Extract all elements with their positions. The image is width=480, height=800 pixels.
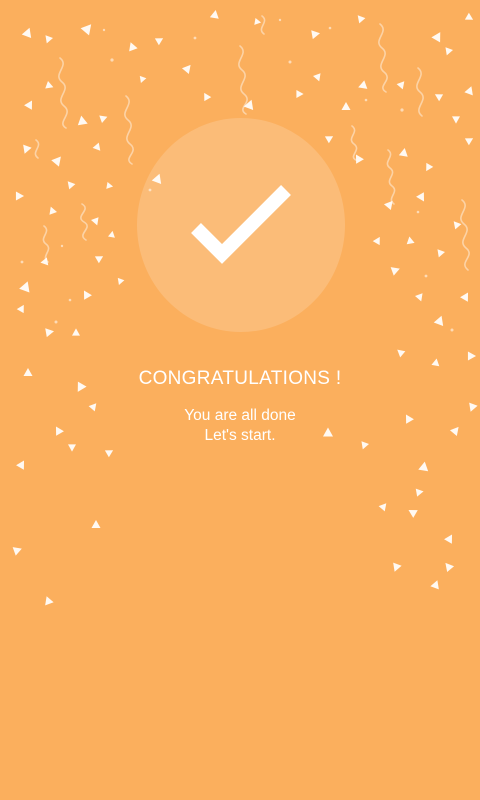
ribbon-streamer-icon [378,23,388,93]
confetti-triangle-icon [467,351,477,361]
confetti-triangle-icon [398,148,408,157]
confetti-triangle-icon [408,509,418,518]
confetti-triangle-icon [77,115,88,126]
confetti-triangle-icon [16,460,25,470]
confetti-triangle-icon [341,101,351,111]
confetti-triangle-icon [15,191,25,201]
confetti-triangle-icon [154,38,164,46]
ribbon-streamer-icon [34,139,40,159]
confetti-triangle-icon [444,534,453,544]
confetti-triangle-icon [45,596,54,606]
confetti-triangle-icon [209,10,219,19]
confetti-triangle-icon [83,290,92,300]
confetti-triangle-icon [313,73,321,82]
confetti-triangle-icon [416,192,425,202]
confetti-triangle-icon [12,547,22,556]
confetti-triangle-icon [45,35,53,44]
ribbon-streamer-icon [42,225,50,263]
success-badge [137,118,345,332]
confetti-triangle-icon [415,488,424,497]
confetti-triangle-icon [181,64,191,74]
confetti-triangle-icon [453,221,462,230]
ribbon-streamer-icon [80,203,88,241]
ribbon-streamer-icon [260,15,266,35]
confetti-triangle-icon [139,75,147,83]
ribbon-streamer-icon [124,95,134,165]
confetti-triangle-icon [99,115,108,123]
confetti-triangle-icon [311,30,320,40]
ribbon-streamer-icon [460,199,470,271]
ribbon-streamer-icon [58,57,68,129]
confetti-triangle-icon [437,249,445,258]
confetti-triangle-icon [452,116,460,124]
checkmark-icon [191,185,291,264]
confetti-triangle-icon [357,15,366,24]
confetti-triangle-icon [92,142,101,151]
confetti-triangle-icon [445,47,453,56]
confetti-triangle-icon [91,519,101,529]
confetti-triangle-icon [91,217,99,226]
confetti-triangle-icon [108,230,115,238]
confetti-triangle-icon [49,206,57,215]
confetti-triangle-icon [94,256,104,264]
confetti-triangle-icon [21,27,32,38]
confetti-triangle-icon [430,580,439,590]
confetti-triangle-icon [372,236,380,246]
confetti-triangle-icon [464,12,474,20]
confetti-triangle-icon [19,281,30,293]
confetti-triangle-icon [433,315,444,326]
confetti-triangle-icon [460,292,469,302]
ribbon-streamer-icon [350,125,358,161]
confetti-triangle-icon [418,461,429,472]
confetti-triangle-icon [23,144,32,154]
congratulations-title: CONGRATULATIONS ! [138,368,342,389]
confetti-triangle-icon [431,358,440,367]
confetti-triangle-icon [390,267,400,276]
confetti-triangle-icon [68,444,76,452]
confetti-triangle-icon [434,94,444,102]
confetti-triangle-icon [129,42,138,52]
ribbon-streamer-icon [386,149,396,205]
ribbon-streamer-icon [416,67,424,117]
confetti-triangle-icon [426,162,434,172]
confetti-triangle-icon [117,277,125,285]
confetti-triangle-icon [40,257,49,266]
confetti-triangle-icon [464,138,474,146]
confetti-triangle-icon [431,32,441,43]
confetti-triangle-icon [204,92,212,102]
confetti-triangle-icon [80,24,92,36]
start-message: Let's start. [204,427,276,444]
confetti-triangle-icon [397,349,406,358]
confetti-triangle-icon [72,328,80,336]
confetti-triangle-icon [464,86,473,96]
confetti-triangle-icon [296,90,304,98]
confetti-triangle-icon [67,181,76,190]
confetti-triangle-icon [51,156,61,167]
confetti-triangle-icon [104,450,114,458]
ribbon-streamer-icon [238,45,248,115]
confetti-triangle-icon [358,80,368,89]
completion-message: You are all done [184,407,296,424]
congratulations-screen: CONGRATULATIONS ! You are all done Let's… [0,0,480,800]
confetti-triangle-icon [396,81,405,90]
confetti-triangle-icon [24,100,33,110]
confetti-triangle-icon [406,236,415,245]
confetti-triangle-icon [45,81,54,89]
confetti-triangle-icon [106,182,114,189]
confetti-triangle-icon [378,503,387,512]
confetti-triangle-icon [393,562,402,572]
confetti-triangle-icon [415,293,423,302]
confetti-triangle-icon [45,328,54,338]
confetti-triangle-icon [445,562,455,572]
confetti-triangle-icon [254,18,262,25]
confetti-triangle-icon [16,304,24,314]
